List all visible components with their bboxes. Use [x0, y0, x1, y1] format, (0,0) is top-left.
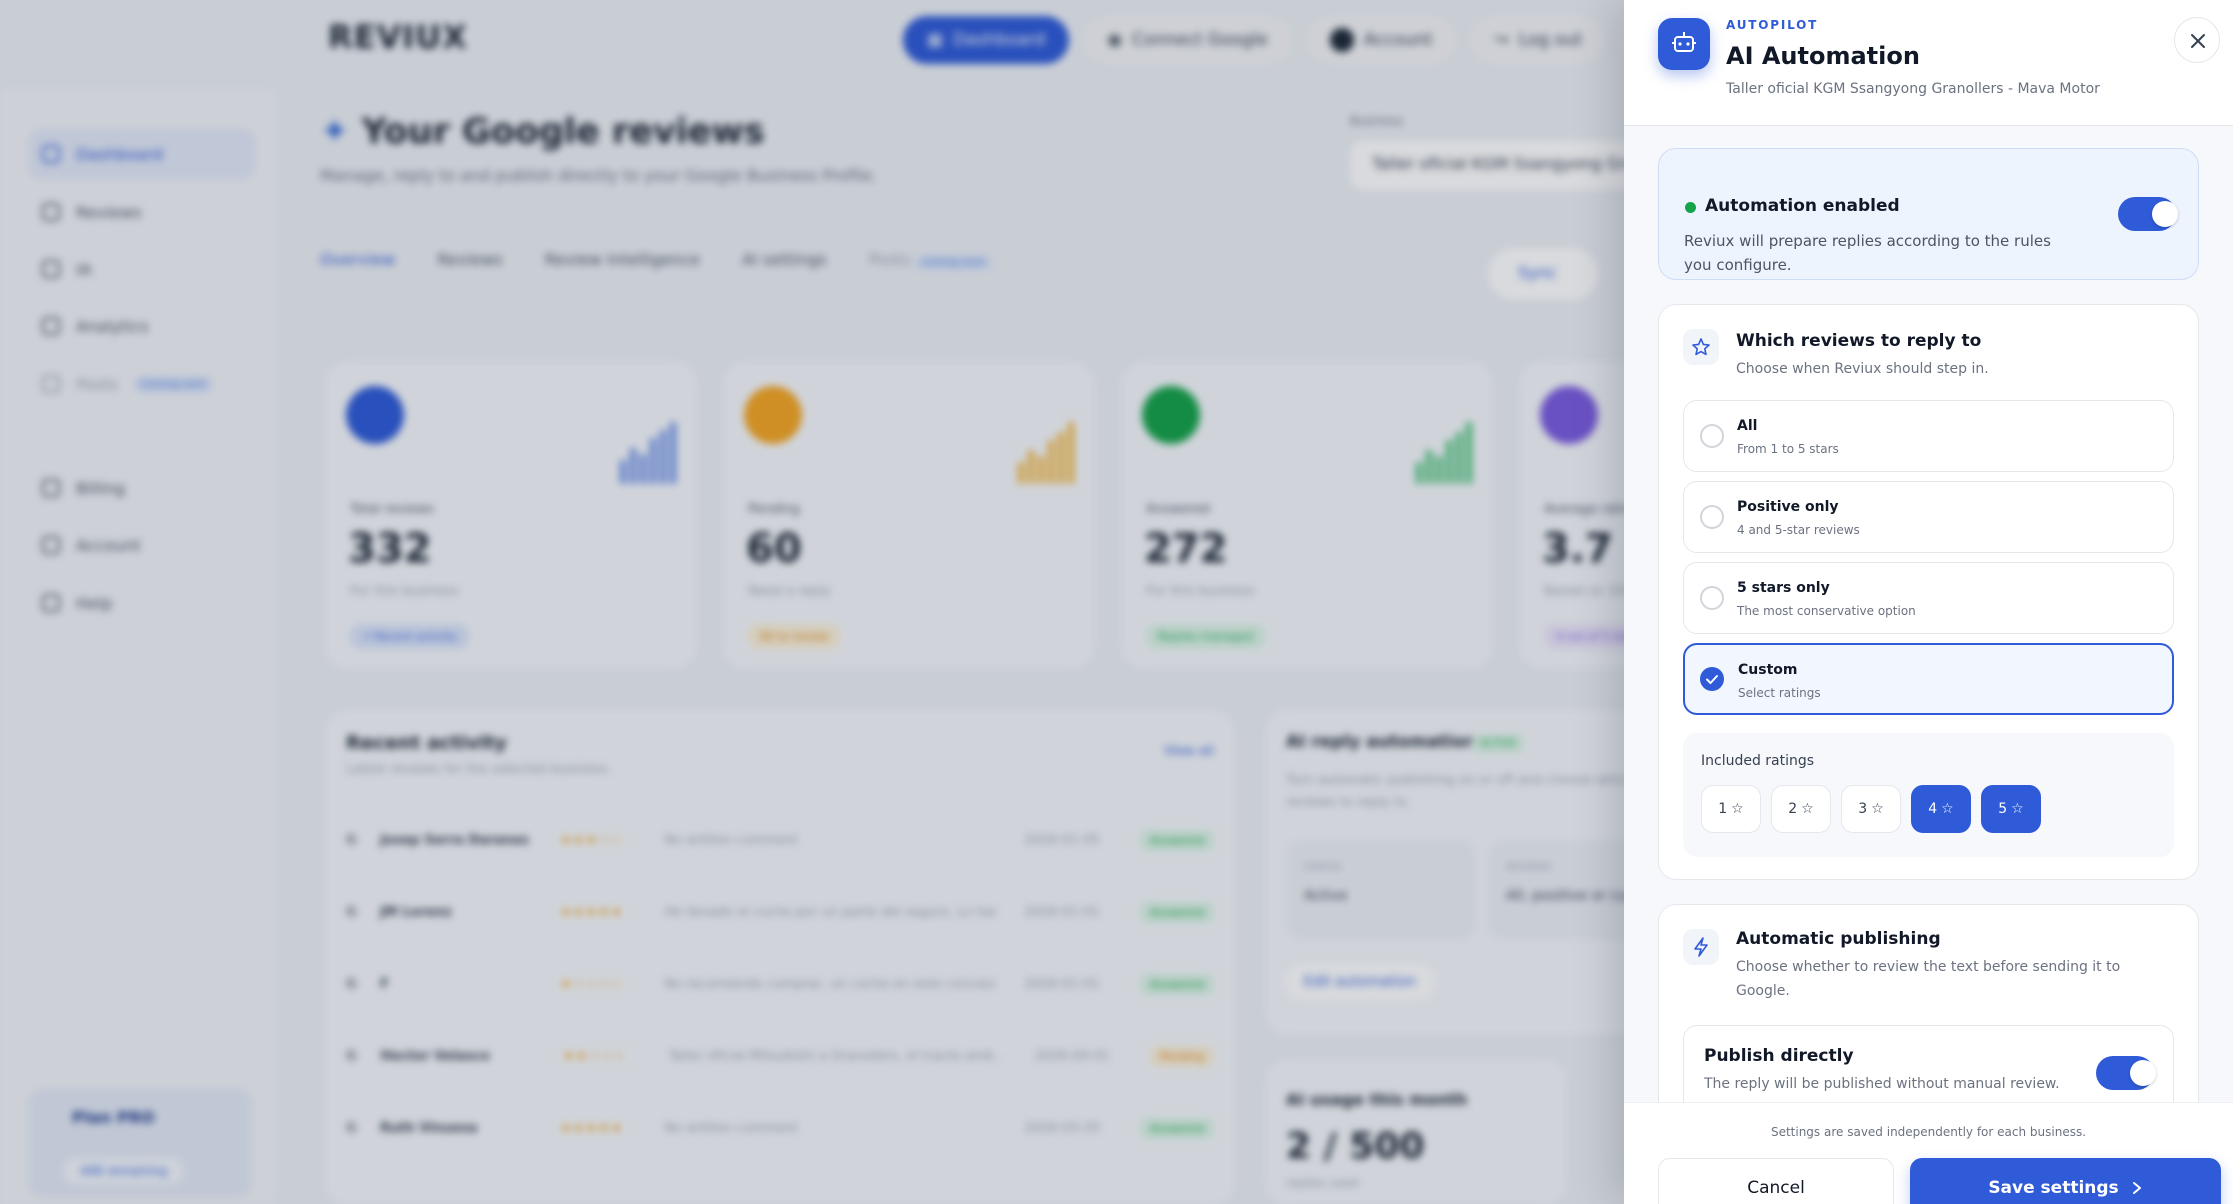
star-icon: ☆ — [2011, 801, 2024, 817]
close-icon — [2191, 34, 2205, 48]
drawer-header: AUTOPILOT AI Automation Taller oficial K… — [1624, 0, 2233, 126]
radio[interactable] — [1700, 505, 1724, 529]
automation-enabled-text: Reviux will prepare replies according to… — [1684, 232, 2051, 274]
which-reviews-subtitle: Choose when Reviux should step in. — [1736, 361, 1989, 377]
rating-5-button[interactable]: 5 ☆ — [1981, 785, 2041, 833]
footer-note: Settings are saved independently for eac… — [1770, 1125, 2087, 1139]
publish-directly-row: Publish directly The reply will be publi… — [1683, 1025, 2174, 1102]
drawer-footer: Settings are saved independently for eac… — [1624, 1102, 2233, 1204]
option-custom[interactable]: Custom Select ratings — [1683, 643, 2174, 715]
status-dot — [1685, 202, 1696, 213]
automation-enabled-toggle[interactable] — [2118, 197, 2178, 231]
drawer-title: AI Automation — [1726, 42, 1920, 70]
chevron-right-icon — [2132, 1182, 2141, 1194]
automation-enabled-card: Automation enabled Reviux will prepare r… — [1658, 148, 2199, 280]
automatic-publishing-subtitle: Choose whether to review the text before… — [1736, 959, 2121, 999]
publish-directly-title: Publish directly — [1704, 1046, 1854, 1066]
check-icon — [1706, 675, 1718, 684]
rating-2-button[interactable]: 2 ☆ — [1771, 785, 1831, 833]
cancel-button[interactable]: Cancel — [1658, 1158, 1894, 1204]
automatic-publishing-card: Automatic publishing Choose whether to r… — [1658, 904, 2199, 1102]
lightning-icon — [1683, 929, 1719, 965]
star-icon: ☆ — [1941, 801, 1954, 817]
radio-checked[interactable] — [1700, 667, 1724, 691]
which-reviews-card: Which reviews to reply to Choose when Re… — [1658, 304, 2199, 880]
rating-3-button[interactable]: 3 ☆ — [1841, 785, 1901, 833]
rating-4-button[interactable]: 4 ☆ — [1911, 785, 1971, 833]
which-reviews-title: Which reviews to reply to — [1736, 331, 1982, 351]
option-positive-only[interactable]: Positive only 4 and 5-star reviews — [1683, 481, 2174, 553]
publish-directly-text: The reply will be published without manu… — [1704, 1076, 2060, 1092]
close-button[interactable] — [2174, 17, 2220, 63]
included-ratings-label: Included ratings — [1701, 753, 1815, 769]
automatic-publishing-title: Automatic publishing — [1736, 929, 1941, 949]
automation-enabled-title: Automation enabled — [1705, 196, 1900, 216]
drawer-subtitle: Taller oficial KGM Ssangyong Granollers … — [1726, 81, 2100, 97]
option-all[interactable]: All From 1 to 5 stars — [1683, 400, 2174, 472]
robot-icon — [1658, 18, 1710, 70]
ai-automation-drawer: AUTOPILOT AI Automation Taller oficial K… — [1624, 0, 2233, 1204]
star-icon: ☆ — [1801, 801, 1814, 817]
publish-directly-toggle[interactable] — [2096, 1056, 2156, 1090]
drawer-eyebrow: AUTOPILOT — [1726, 18, 1819, 32]
star-icon: ☆ — [1731, 801, 1744, 817]
radio[interactable] — [1700, 424, 1724, 448]
star-icon — [1683, 329, 1719, 365]
star-icon: ☆ — [1871, 801, 1884, 817]
option-5-stars-only[interactable]: 5 stars only The most conservative optio… — [1683, 562, 2174, 634]
drawer-body[interactable]: Automation enabled Reviux will prepare r… — [1624, 126, 2233, 1102]
rating-1-button[interactable]: 1 ☆ — [1701, 785, 1761, 833]
included-ratings: Included ratings 1 ☆ 2 ☆ 3 ☆ 4 ☆ 5 ☆ — [1683, 733, 2174, 857]
save-settings-button[interactable]: Save settings — [1910, 1158, 2221, 1204]
radio[interactable] — [1700, 586, 1724, 610]
